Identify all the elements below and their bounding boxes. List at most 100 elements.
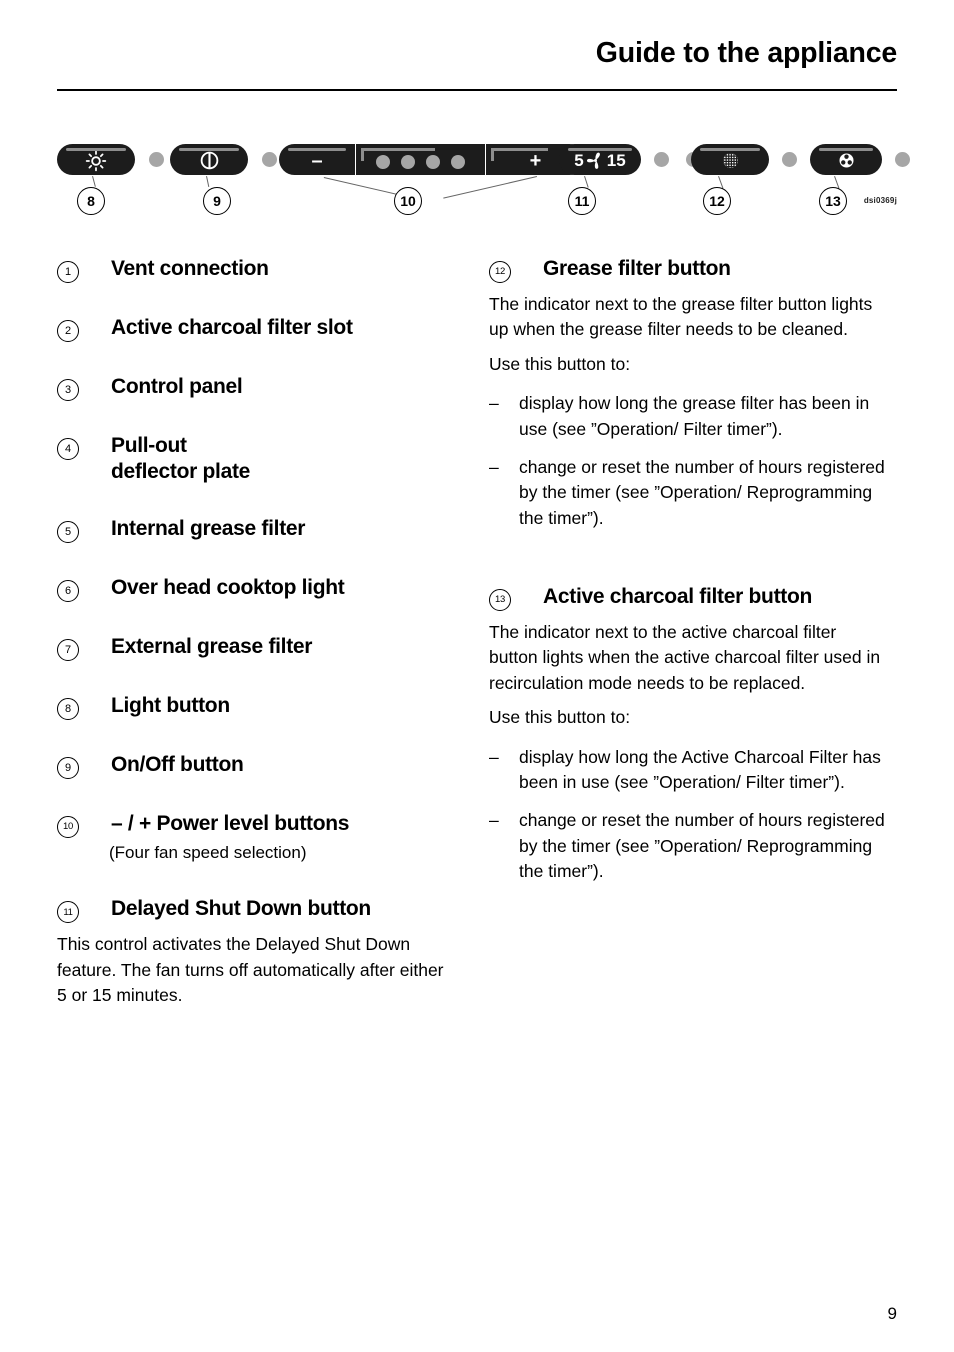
button-gloss [700, 148, 760, 151]
callout-8: 8 [77, 187, 105, 215]
button-gloss [819, 148, 873, 151]
delayed-shutdown-button[interactable]: 5 15 [559, 144, 641, 175]
item-title: Vent connection [111, 257, 269, 280]
item-number: 1 [57, 261, 79, 283]
button-gloss [288, 148, 346, 151]
left-column: 1 Vent connection 2 Active charcoal filt… [57, 256, 457, 1008]
minus-icon: – [311, 149, 323, 172]
item-title: Over head cooktop light [111, 576, 345, 600]
grease-filter-indicator-led [782, 152, 797, 167]
list-item: – display how long the Active Charcoal F… [489, 745, 889, 796]
bullet-text: change or reset the number of hours regi… [519, 810, 885, 881]
fan-icon [586, 152, 600, 169]
item-number: 9 [57, 757, 79, 780]
callout-10: 10 [394, 187, 422, 215]
bullet-text: display how long the Active Charcoal Fil… [519, 746, 881, 792]
page-header: Guide to the appliance [57, 37, 897, 69]
list-item-13: 13 Active charcoal filter button The ind… [489, 584, 889, 884]
delay-15-label: 15 [606, 151, 626, 170]
item-title: Active charcoal filter slot [111, 316, 353, 339]
list-item-4: 4 Pull-out deflector plate [57, 433, 457, 484]
button-gloss [179, 148, 239, 151]
charcoal-filter-button[interactable] [810, 144, 882, 175]
panel-gloss [361, 148, 435, 161]
item-title: External grease filter [111, 635, 313, 659]
light-icon [85, 150, 107, 171]
page-number: 9 [887, 1304, 897, 1323]
item-paragraph: This control activates the Delayed Shut … [57, 934, 444, 1006]
list-item: – change or reset the number of hours re… [489, 455, 889, 531]
item-title: Grease filter button [543, 257, 731, 280]
power-level-indicator-dots [356, 144, 485, 175]
item-bullet-list: – display how long the Active Charcoal F… [489, 745, 889, 885]
list-item-1: 1 Vent connection [57, 256, 457, 283]
list-item-9: 9 On/Off button [57, 752, 457, 780]
item-title: Light button [111, 694, 230, 718]
onoff-indicator-led [262, 152, 277, 167]
item-title: – / + Power level buttons [111, 812, 350, 836]
control-panel-diagram: 8 9 – + 10 5 15 11 12 13 dsi0369j [57, 130, 910, 230]
item-title: Active charcoal filter button [543, 585, 813, 608]
list-item-8: 8 Light button [57, 693, 457, 721]
delay-5-label: 5 [574, 151, 584, 170]
bullet-text: change or reset the number of hours regi… [519, 456, 885, 528]
onoff-button[interactable] [170, 144, 248, 175]
grease-filter-button[interactable] [691, 144, 769, 175]
header-divider [57, 89, 897, 91]
item-title: Control panel [111, 375, 243, 398]
leader-line-10-right [443, 176, 537, 199]
item-title: Delayed Shut Down button [111, 897, 371, 921]
list-item-10: 10 – / + Power level buttons (Four fan s… [57, 811, 457, 864]
right-column: 12 Grease filter button The indicator ne… [489, 256, 889, 897]
leader-line-9 [206, 176, 210, 187]
item-number: 2 [57, 320, 79, 342]
delayed-shutdown-label: 5 15 [574, 150, 625, 171]
charcoal-filter-indicator-led [895, 152, 910, 167]
callout-13: 13 [819, 187, 847, 215]
item-paragraph-2: Use this button to: [489, 707, 631, 728]
item-paragraph-1: The indicator next to the grease filter … [489, 294, 873, 340]
item-title: Pull-out deflector plate [79, 433, 250, 484]
item-number: 10 [57, 816, 79, 839]
item-title-line2: deflector plate [111, 459, 251, 483]
dash-marker: – [489, 746, 499, 767]
item-paragraph-1: The indicator next to the active charcoa… [489, 622, 881, 693]
list-item-5: 5 Internal grease filter [57, 516, 457, 544]
fan-speed-dot [451, 154, 465, 169]
list-item-7: 7 External grease filter [57, 634, 457, 662]
power-level-minus-button[interactable]: – [279, 144, 355, 175]
item-number: 7 [57, 639, 79, 662]
list-item-12: 12 Grease filter button The indicator ne… [489, 256, 889, 531]
item-title-line1: Pull-out [111, 434, 187, 457]
list-item-6: 6 Over head cooktop light [57, 575, 457, 603]
button-gloss [568, 148, 632, 151]
callout-9: 9 [203, 187, 231, 215]
figure-code: dsi0369j [863, 196, 897, 205]
item-number: 3 [57, 379, 79, 401]
light-indicator-led [149, 152, 164, 167]
list-item: – display how long the grease filter has… [489, 391, 889, 442]
mesh-filter-icon [722, 152, 738, 168]
item-paragraph-2: Use this button to: [489, 353, 631, 374]
dash-marker: – [489, 456, 499, 477]
item-subnote: (Four fan speed selection) [109, 843, 307, 863]
list-item-3: 3 Control panel [57, 374, 457, 401]
callout-11: 11 [568, 187, 596, 215]
delay-indicator-led-5 [654, 152, 669, 167]
dash-marker: – [489, 810, 499, 831]
item-bullet-list: – display how long the grease filter has… [489, 391, 889, 531]
item-title: On/Off button [111, 753, 244, 777]
list-item-2: 2 Active charcoal filter slot [57, 315, 457, 342]
item-title: Internal grease filter [111, 517, 306, 541]
light-button[interactable] [57, 144, 135, 175]
callout-12: 12 [703, 187, 731, 215]
item-number: 4 [57, 438, 79, 460]
button-gloss [66, 148, 126, 151]
